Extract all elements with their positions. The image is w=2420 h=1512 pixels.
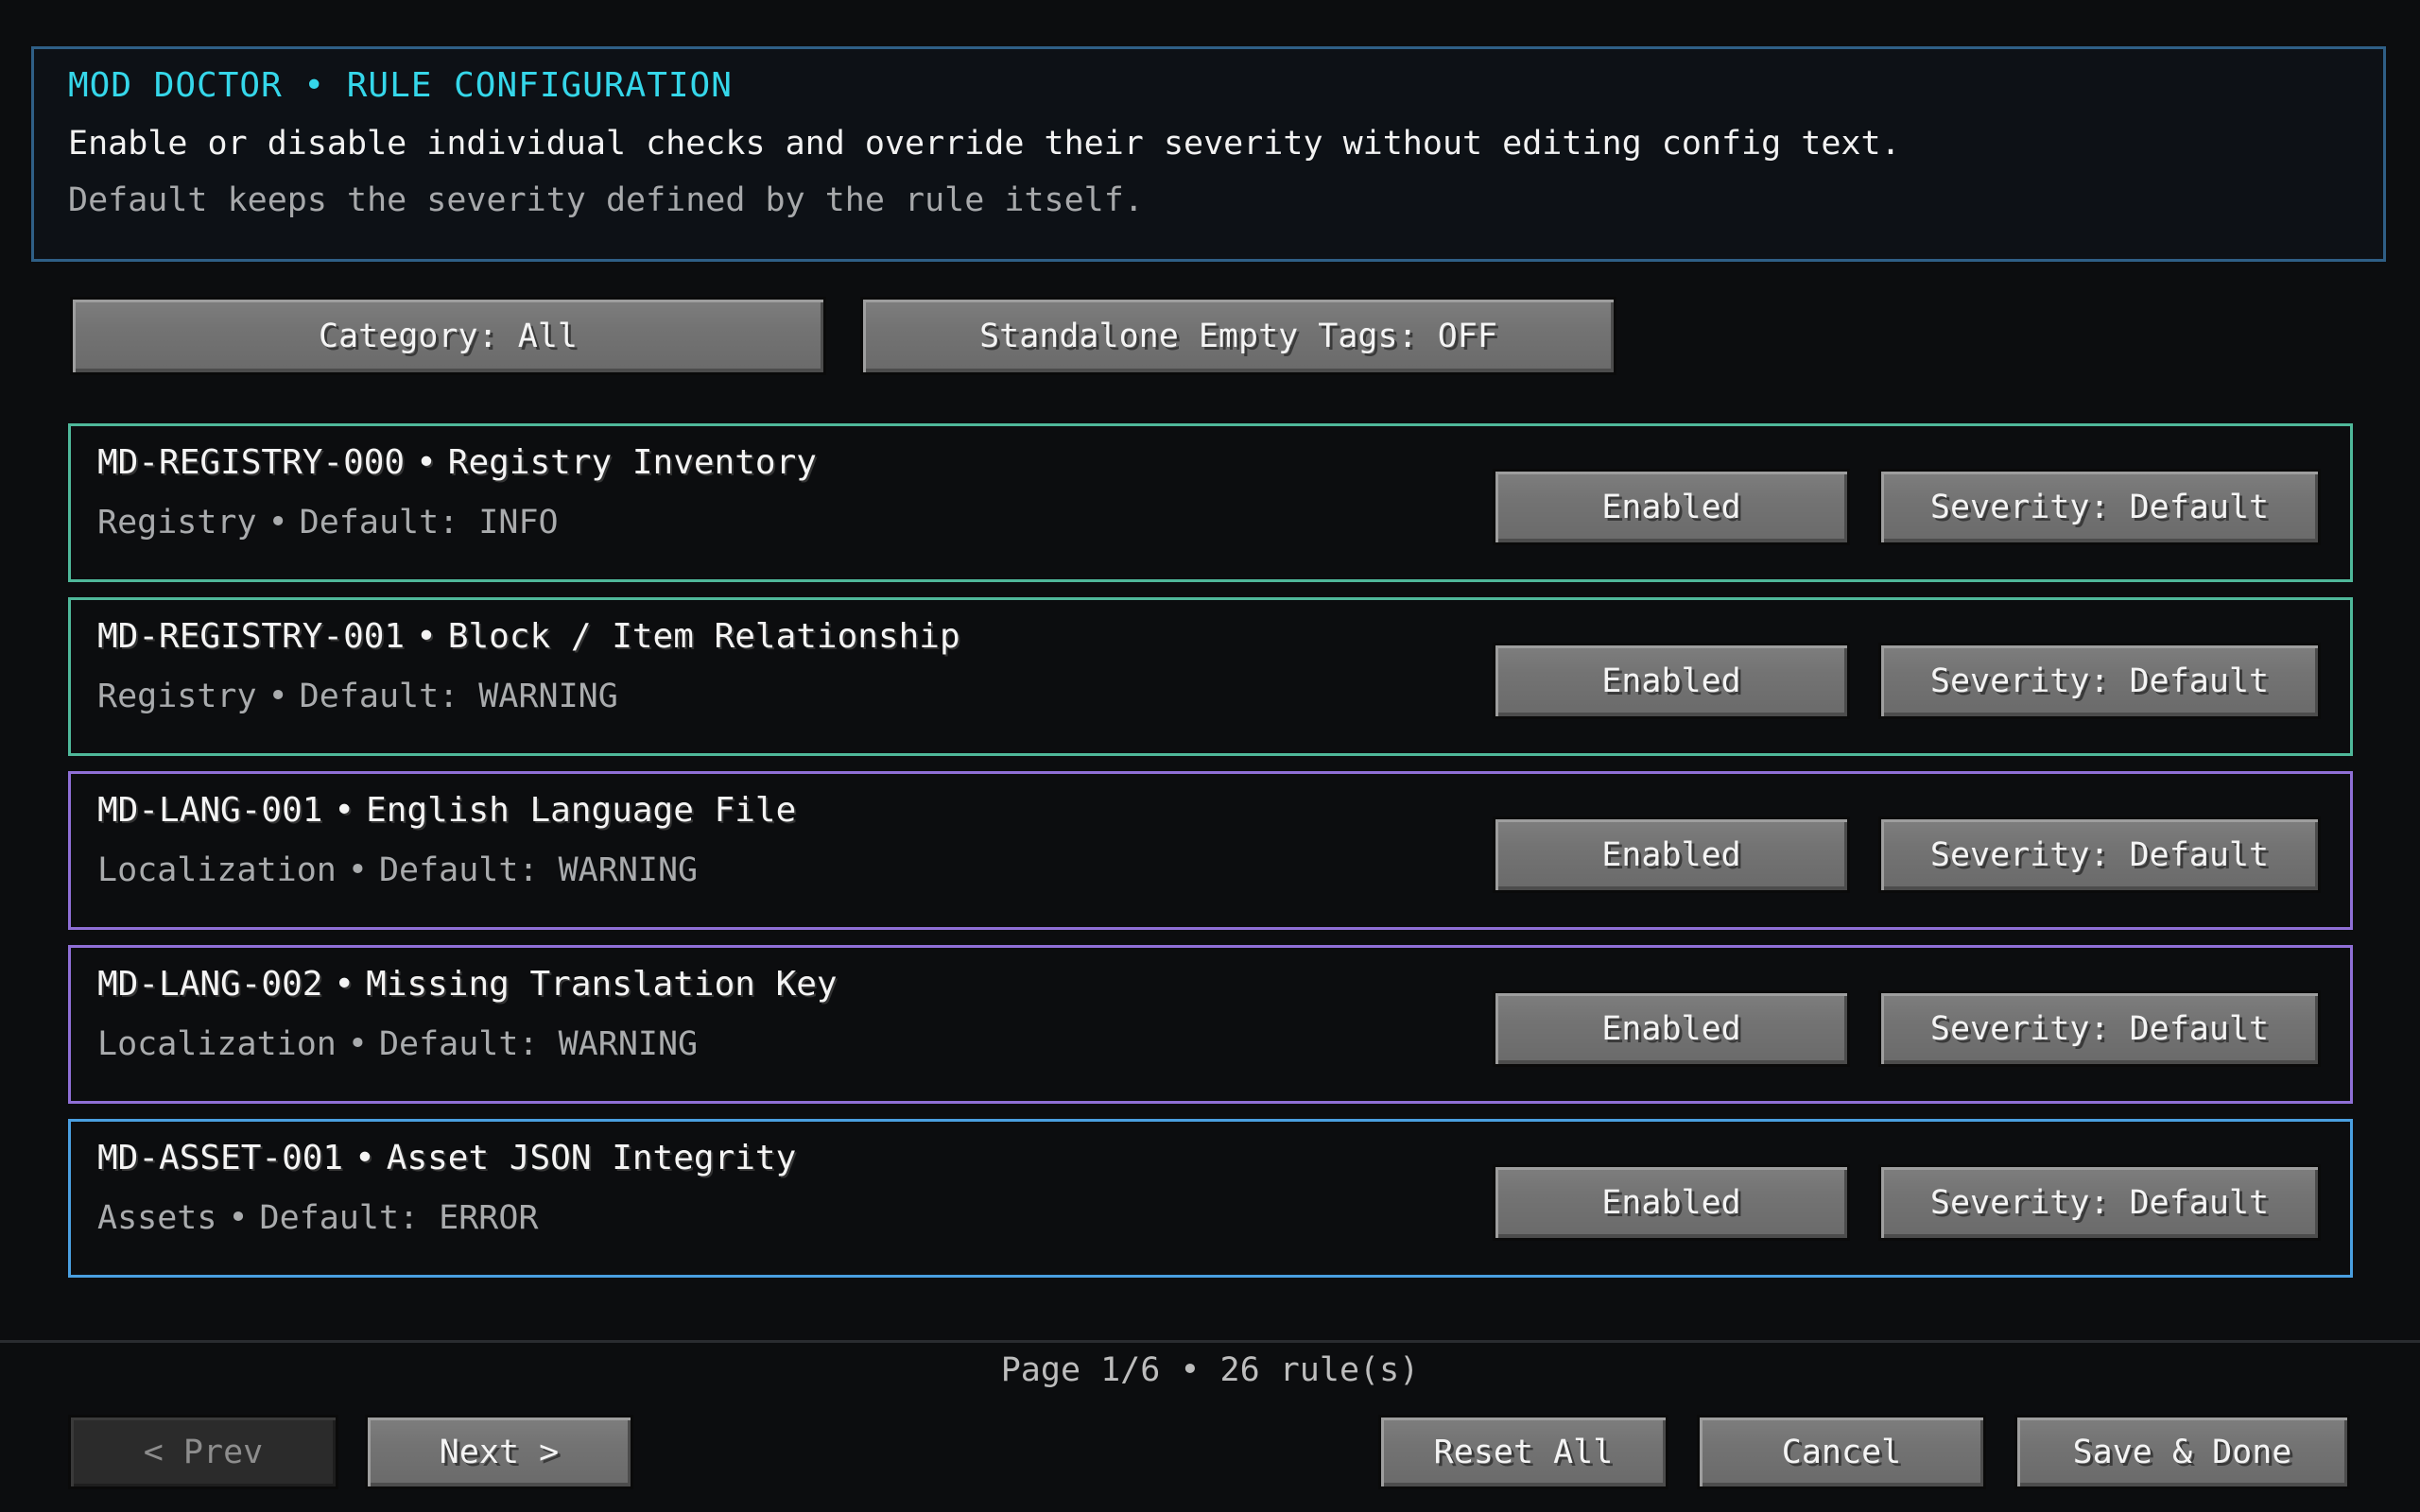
severity-override-button[interactable]: Severity: Default (1878, 643, 2321, 719)
pagination-status: Page 1/6 • 26 rule(s) (1000, 1351, 1420, 1389)
rule-meta: Registry • Default: WARNING (97, 678, 618, 715)
reset-all-button[interactable]: Reset All (1378, 1415, 1668, 1489)
header-description: Enable or disable individual checks and … (68, 125, 1901, 163)
rule-category: Localization (97, 1025, 337, 1063)
separator: • (334, 791, 355, 830)
rule-title: MD-LANG-001 • English Language File (97, 791, 796, 830)
rule-id: MD-LANG-002 (97, 965, 323, 1004)
rule-name: English Language File (366, 791, 797, 830)
category-filter-button[interactable]: Category: All (70, 297, 826, 375)
rule-name: Block / Item Relationship (447, 617, 960, 656)
rule-row: MD-REGISTRY-000 • Registry Inventory Regis… (68, 423, 2353, 582)
enabled-toggle-button[interactable]: Enabled (1493, 990, 1850, 1067)
next-page-button[interactable]: Next > (365, 1415, 633, 1489)
footer-divider (0, 1340, 2420, 1343)
standalone-empty-tags-toggle[interactable]: Standalone Empty Tags: OFF (860, 297, 1616, 375)
rule-category: Assets (97, 1199, 217, 1237)
header-note: Default keeps the severity defined by th… (68, 181, 1144, 219)
rule-title: MD-LANG-002 • Missing Translation Key (97, 965, 838, 1004)
severity-override-button[interactable]: Severity: Default (1878, 990, 2321, 1067)
rule-row: MD-LANG-002 • Missing Translation Key Loca… (68, 945, 2353, 1104)
rule-name: Registry Inventory (447, 443, 817, 482)
rule-row: MD-ASSET-001 • Asset JSON Integrity Assets… (68, 1119, 2353, 1278)
rule-meta: Assets • Default: ERROR (97, 1199, 539, 1237)
rule-default-severity: Default: ERROR (259, 1199, 539, 1237)
rule-row: MD-LANG-001 • English Language File Locali… (68, 771, 2353, 930)
rule-default-severity: Default: WARNING (378, 851, 699, 889)
rule-id: MD-REGISTRY-001 (97, 617, 406, 656)
separator: • (334, 965, 355, 1004)
separator: • (416, 617, 437, 656)
rule-default-severity: Default: WARNING (299, 678, 618, 715)
rule-row: MD-REGISTRY-001 • Block / Item Relationshi… (68, 597, 2353, 756)
rule-title: MD-ASSET-001 • Asset JSON Integrity (97, 1139, 796, 1177)
separator: • (228, 1199, 249, 1237)
rule-default-severity: Default: INFO (299, 504, 559, 541)
rule-category: Localization (97, 851, 337, 889)
rule-category: Registry (97, 678, 257, 715)
enabled-toggle-button[interactable]: Enabled (1493, 469, 1850, 545)
rule-meta: Registry • Default: INFO (97, 504, 559, 541)
rule-title: MD-REGISTRY-001 • Block / Item Relationshi… (97, 617, 960, 656)
separator: • (268, 678, 288, 715)
severity-override-button[interactable]: Severity: Default (1878, 816, 2321, 893)
rule-configuration-screen: MOD DOCTOR • RULE CONFIGURATION Enable o… (0, 0, 2420, 1512)
separator: • (347, 1025, 368, 1063)
enabled-toggle-button[interactable]: Enabled (1493, 816, 1850, 893)
rule-name: Asset JSON Integrity (386, 1139, 797, 1177)
separator: • (347, 851, 368, 889)
cancel-button[interactable]: Cancel (1697, 1415, 1986, 1489)
rule-meta: Localization • Default: WARNING (97, 851, 698, 889)
severity-override-button[interactable]: Severity: Default (1878, 469, 2321, 545)
prev-page-button[interactable]: < Prev (68, 1415, 338, 1489)
rule-title: MD-REGISTRY-000 • Registry Inventory (97, 443, 817, 482)
header-panel: MOD DOCTOR • RULE CONFIGURATION Enable o… (31, 46, 2386, 262)
save-and-done-button[interactable]: Save & Done (2014, 1415, 2350, 1489)
separator: • (354, 1139, 375, 1177)
separator: • (416, 443, 437, 482)
rule-meta: Localization • Default: WARNING (97, 1025, 698, 1063)
page-title: MOD DOCTOR • RULE CONFIGURATION (68, 66, 733, 105)
enabled-toggle-button[interactable]: Enabled (1493, 643, 1850, 719)
rule-id: MD-LANG-001 (97, 791, 323, 830)
rule-category: Registry (97, 504, 257, 541)
rule-id: MD-ASSET-001 (97, 1139, 344, 1177)
severity-override-button[interactable]: Severity: Default (1878, 1164, 2321, 1241)
rule-id: MD-REGISTRY-000 (97, 443, 406, 482)
separator: • (268, 504, 288, 541)
rule-name: Missing Translation Key (366, 965, 838, 1004)
rule-default-severity: Default: WARNING (378, 1025, 699, 1063)
enabled-toggle-button[interactable]: Enabled (1493, 1164, 1850, 1241)
